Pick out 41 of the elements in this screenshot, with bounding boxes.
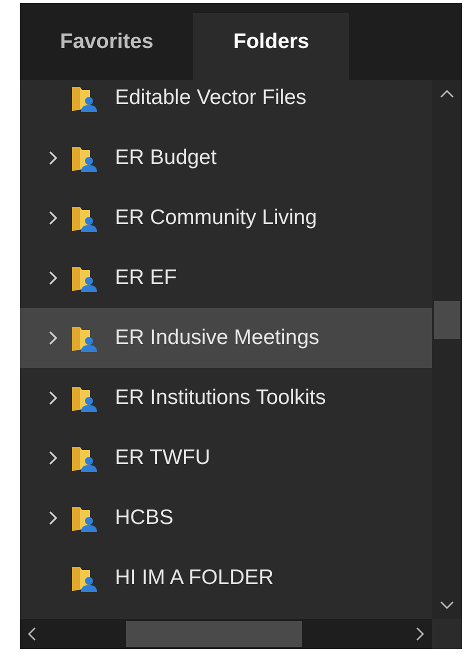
- shared-folder-icon: [70, 564, 98, 592]
- chevron-left-icon[interactable]: [28, 627, 36, 641]
- chevron-up-icon[interactable]: [440, 90, 454, 98]
- shared-folder-icon: [70, 504, 98, 532]
- folder-row[interactable]: ER Community Living: [20, 188, 432, 248]
- folder-row[interactable]: ER Indusive Meetings: [20, 308, 432, 368]
- scrollbar-thumb[interactable]: [434, 300, 460, 338]
- folder-name: ER Indusive Meetings: [115, 325, 320, 352]
- folder-name: ER Institutions Toolkits: [115, 385, 326, 412]
- chevron-right-icon[interactable]: [49, 451, 58, 465]
- folder-name: HCBS: [115, 505, 174, 532]
- shared-folder-icon: [70, 264, 98, 292]
- shared-folder-icon: [70, 144, 98, 172]
- folder-name: ER Community Living: [115, 205, 317, 232]
- shared-folder-icon: [70, 384, 98, 412]
- shared-folder-icon: [70, 444, 98, 472]
- chevron-right-icon[interactable]: [416, 627, 424, 641]
- chevron-down-icon[interactable]: [440, 601, 454, 609]
- chevron-right-icon[interactable]: [49, 331, 58, 345]
- folder-row[interactable]: ER Budget: [20, 128, 432, 188]
- folder-name: Editable Vector Files: [115, 85, 306, 112]
- folder-name: ER EF: [115, 265, 177, 292]
- tab[interactable]: Folders: [193, 13, 350, 80]
- folder-name: ER Budget: [115, 145, 217, 172]
- folder-row[interactable]: HCBS: [20, 488, 432, 548]
- folder-row[interactable]: ER EF: [20, 248, 432, 308]
- shared-folder-icon: [70, 204, 98, 232]
- folder-name: HI IM A FOLDER: [115, 565, 274, 592]
- folder-row[interactable]: Editable Vector Files: [20, 80, 432, 128]
- shared-folder-icon: [70, 84, 98, 112]
- chevron-right-icon[interactable]: [49, 151, 58, 165]
- chevron-right-icon[interactable]: [49, 271, 58, 285]
- scrollbar-thumb[interactable]: [126, 621, 302, 647]
- folder-row[interactable]: ER TWFU: [20, 428, 432, 488]
- chevron-right-icon[interactable]: [49, 211, 58, 225]
- chevron-right-icon[interactable]: [49, 391, 58, 405]
- folder-row[interactable]: HI IM A FOLDER: [20, 548, 432, 608]
- folder-name: ER TWFU: [115, 445, 210, 472]
- shared-folder-icon: [70, 324, 98, 352]
- folder-row[interactable]: ER Institutions Toolkits: [20, 368, 432, 428]
- chevron-right-icon[interactable]: [49, 511, 58, 525]
